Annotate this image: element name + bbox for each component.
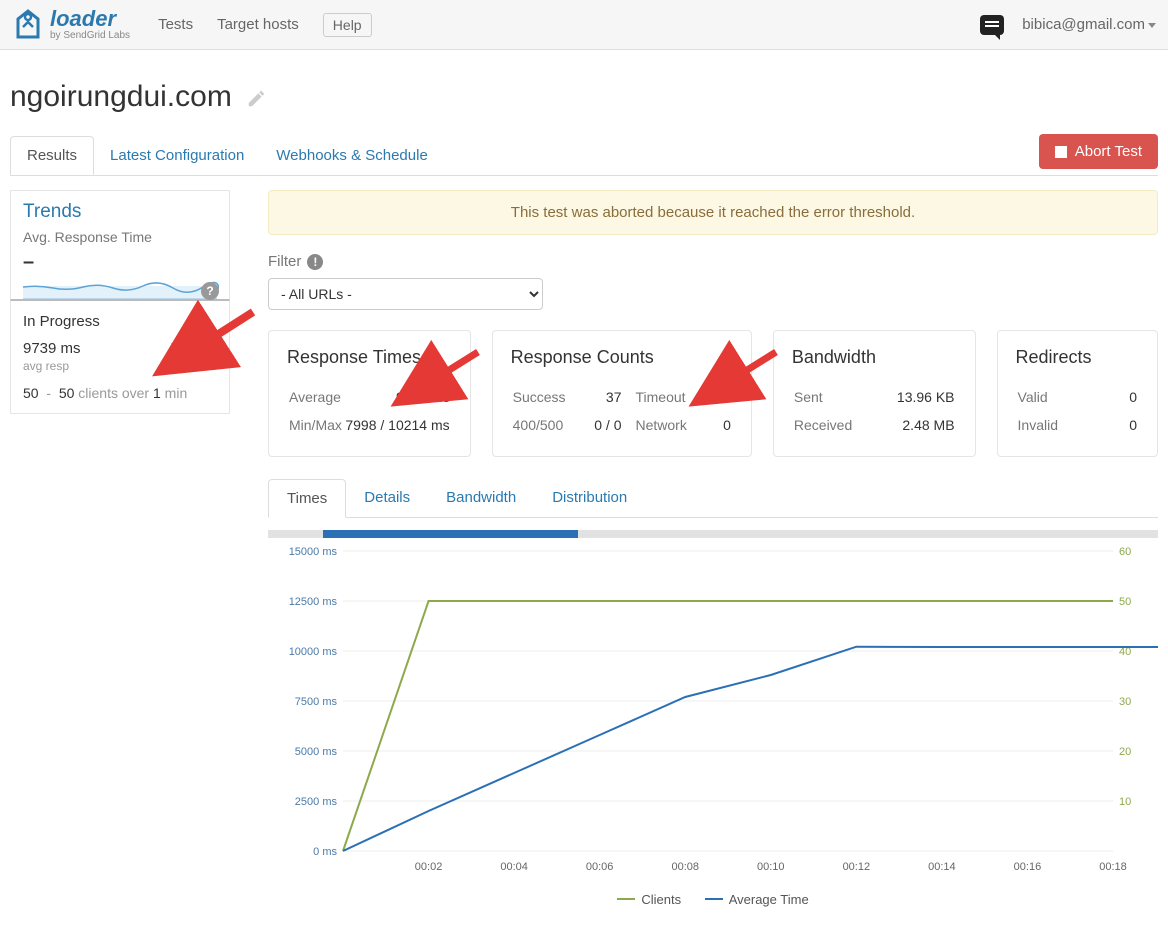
trends-subtitle: Avg. Response Time: [23, 229, 217, 245]
page-title: ngoirungdui.com: [10, 80, 232, 114]
nav-target-hosts[interactable]: Target hosts: [217, 16, 299, 33]
chevron-down-icon: [1148, 23, 1156, 28]
card-title: Redirects: [1016, 347, 1139, 368]
annotation-arrow: [728, 352, 778, 382]
svg-text:10000 ms: 10000 ms: [289, 646, 338, 658]
sparkline: ?: [23, 277, 217, 299]
abort-test-button[interactable]: Abort Test: [1039, 134, 1158, 169]
trends-value: –: [23, 251, 217, 274]
svg-text:50: 50: [1119, 596, 1131, 608]
help-icon[interactable]: ?: [201, 282, 219, 300]
svg-text:15000 ms: 15000 ms: [289, 546, 338, 558]
logo-icon: [12, 9, 44, 41]
card-response-times: Response Times Average9739 msMin/Max7998…: [268, 330, 471, 457]
svg-text:2500 ms: 2500 ms: [295, 796, 338, 808]
svg-text:20: 20: [1119, 746, 1131, 758]
svg-text:60: 60: [1119, 546, 1131, 558]
svg-text:00:10: 00:10: [757, 861, 785, 873]
svg-text:00:16: 00:16: [1014, 861, 1042, 873]
svg-text:0 ms: 0 ms: [313, 846, 337, 858]
svg-text:7500 ms: 7500 ms: [295, 696, 338, 708]
card-title: Bandwidth: [792, 347, 957, 368]
avg-response-time: 9739 ms: [344, 384, 449, 410]
timeout-count: 43: [702, 384, 731, 410]
trends-title[interactable]: Trends: [23, 201, 217, 223]
test-progress-bar: [268, 530, 1158, 538]
trends-panel: Trends Avg. Response Time – ?: [10, 190, 230, 301]
tab-results[interactable]: Results: [10, 136, 94, 175]
svg-text:10: 10: [1119, 796, 1131, 808]
svg-text:00:02: 00:02: [415, 861, 443, 873]
url-filter-select[interactable]: - All URLs -: [268, 278, 543, 310]
card-redirects: Redirects Valid0Invalid0: [997, 330, 1158, 457]
card-title: Response Counts: [511, 347, 733, 368]
chat-icon[interactable]: [980, 15, 1004, 35]
times-chart: 0 ms 2500 ms 5000 ms 7500 ms 10000 ms 12500 m…: [268, 546, 1158, 876]
main-tabs: Results Latest Configuration Webhooks & …: [10, 134, 1158, 176]
svg-text:00:04: 00:04: [500, 861, 528, 873]
user-menu[interactable]: bibica@gmail.com: [1022, 16, 1156, 33]
svg-text:00:06: 00:06: [586, 861, 614, 873]
abort-alert: This test was aborted because it reached…: [268, 190, 1158, 235]
ctab-times[interactable]: Times: [268, 479, 346, 518]
err-rate-label: err rate: [178, 359, 217, 373]
progress-footer: 50 - 50 clients over 1 min: [23, 385, 217, 401]
info-icon[interactable]: !: [307, 254, 323, 270]
avg-resp-value: 9739 ms: [23, 340, 81, 357]
nav-tests[interactable]: Tests: [158, 16, 193, 33]
ctab-distribution[interactable]: Distribution: [534, 479, 645, 518]
tab-webhooks[interactable]: Webhooks & Schedule: [260, 137, 444, 174]
annotation-arrow: [198, 310, 258, 350]
svg-text:00:12: 00:12: [843, 861, 871, 873]
brand-name: loader: [50, 8, 130, 30]
brand-subtitle: by SendGrid Labs: [50, 30, 130, 41]
ctab-details[interactable]: Details: [346, 479, 428, 518]
svg-text:5000 ms: 5000 ms: [295, 746, 338, 758]
svg-text:00:18: 00:18: [1099, 861, 1127, 873]
chart-legend: Clients Average Time: [268, 888, 1158, 907]
svg-text:00:08: 00:08: [671, 861, 699, 873]
card-bandwidth: Bandwidth Sent13.96 KBReceived2.48 MB: [773, 330, 976, 457]
annotation-arrow: [430, 352, 480, 382]
card-title: Response Times: [287, 347, 452, 368]
tab-latest-config[interactable]: Latest Configuration: [94, 137, 260, 174]
card-response-counts: Response Counts Success37Timeout43400/50…: [492, 330, 752, 457]
stop-icon: [1055, 146, 1067, 158]
minmax-response-time: 7998 / 10214 ms: [344, 412, 449, 438]
svg-text:00:14: 00:14: [928, 861, 956, 873]
in-progress-panel: In Progress 9739 ms 53.8 % avg resp err …: [10, 301, 230, 414]
filter-label: Filter: [268, 253, 301, 270]
chart-tabs: Times Details Bandwidth Distribution: [268, 479, 1158, 518]
svg-text:30: 30: [1119, 696, 1131, 708]
logo[interactable]: loader by SendGrid Labs: [12, 8, 130, 41]
progress-title: In Progress: [23, 313, 217, 330]
ctab-bandwidth[interactable]: Bandwidth: [428, 479, 534, 518]
edit-icon[interactable]: [246, 87, 266, 107]
avg-resp-label: avg resp: [23, 359, 69, 373]
top-nav: loader by SendGrid Labs Tests Target hos…: [0, 0, 1168, 50]
nav-help[interactable]: Help: [323, 13, 372, 37]
svg-text:12500 ms: 12500 ms: [289, 596, 338, 608]
